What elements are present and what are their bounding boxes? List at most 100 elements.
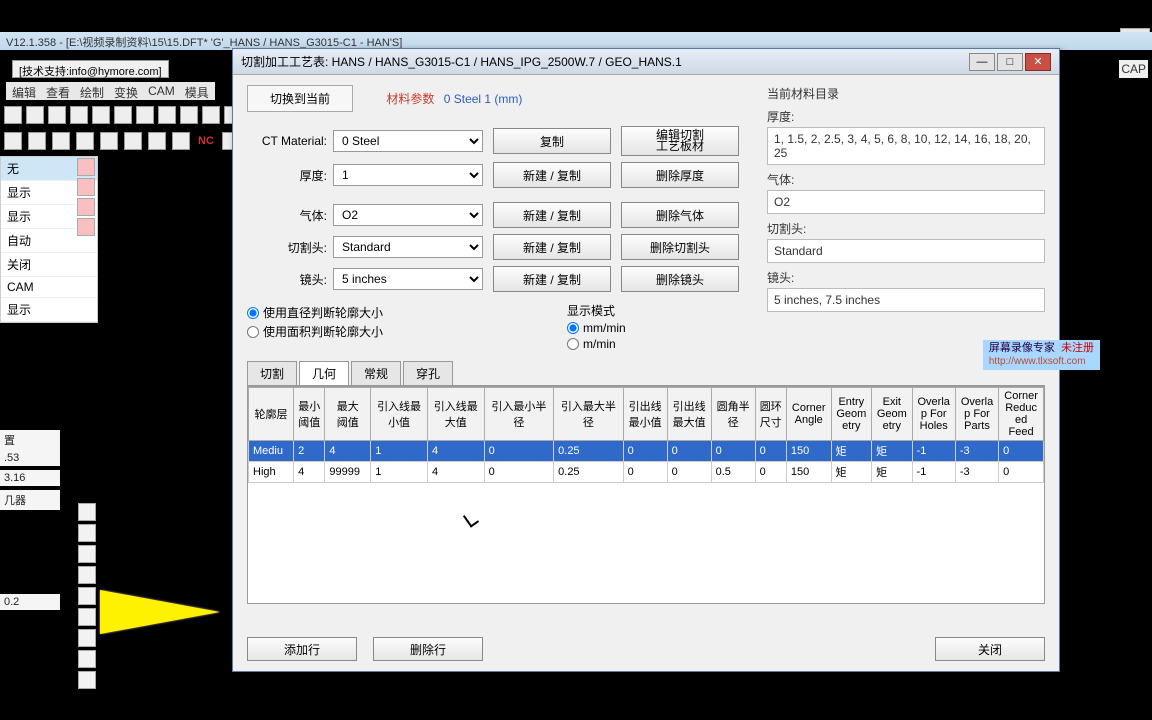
add-row-button[interactable]: 添加行 <box>247 637 357 661</box>
tool-icon[interactable] <box>4 132 22 150</box>
grid-cell[interactable]: 4 <box>427 462 484 483</box>
vtool-icon[interactable] <box>78 650 96 668</box>
grid-cell[interactable]: Mediu <box>249 441 294 462</box>
tool-icon[interactable] <box>114 106 132 124</box>
grid-cell[interactable]: 0 <box>484 462 553 483</box>
grid-header[interactable]: 轮廓层 <box>249 388 294 441</box>
grid-cell[interactable]: 0 <box>623 462 667 483</box>
tool-icon[interactable] <box>52 132 70 150</box>
grid-cell[interactable]: 0 <box>999 441 1044 462</box>
grid-cell[interactable]: 矩 <box>872 441 912 462</box>
main-menu-bar[interactable]: 编辑 查看 绘制 变换 CAM 模具 <box>6 82 215 100</box>
grid-cell[interactable]: 0 <box>711 441 755 462</box>
vtool-icon[interactable] <box>78 629 96 647</box>
grid-cell[interactable]: 矩 <box>831 462 871 483</box>
grid-cell[interactable]: 矩 <box>831 441 871 462</box>
tool-icon[interactable] <box>148 132 166 150</box>
tool-icon[interactable] <box>100 132 118 150</box>
gas-new-button[interactable]: 新建 / 复制 <box>493 202 611 228</box>
grid-cell[interactable]: 0.25 <box>554 462 623 483</box>
lens-new-button[interactable]: 新建 / 复制 <box>493 266 611 292</box>
tool-icon[interactable] <box>28 132 46 150</box>
dialog-minimize-button[interactable]: — <box>969 53 995 71</box>
grid-cell[interactable]: 1 <box>371 462 428 483</box>
color-swatch-icon[interactable] <box>77 198 95 216</box>
lens-select[interactable]: 5 inches <box>333 268 483 290</box>
grid-header[interactable]: 圆角半 径 <box>711 388 755 441</box>
grid-header[interactable]: Overla p For Parts <box>955 388 998 441</box>
gas-delete-button[interactable]: 删除气体 <box>621 202 739 228</box>
tab-general[interactable]: 常规 <box>351 361 401 385</box>
tool-icon[interactable] <box>136 106 154 124</box>
grid-header[interactable]: Entry Geom etry <box>831 388 871 441</box>
menu-view[interactable]: 查看 <box>46 84 70 98</box>
color-swatch-icon[interactable] <box>77 218 95 236</box>
tool-icon[interactable] <box>158 106 176 124</box>
cuthead-new-button[interactable]: 新建 / 复制 <box>493 234 611 260</box>
menu-transform[interactable]: 变换 <box>114 84 138 98</box>
grid-cell[interactable]: 0 <box>755 441 786 462</box>
radio-m-min[interactable]: m/min <box>567 337 626 351</box>
table-row[interactable]: High4999991400.25000.50150矩矩-1-30 <box>249 462 1044 483</box>
tool-icon[interactable] <box>48 106 66 124</box>
menu-cam[interactable]: CAM <box>148 84 175 98</box>
switch-current-button[interactable]: 切换到当前 <box>247 85 353 112</box>
grid-header[interactable]: Exit Geom etry <box>872 388 912 441</box>
grid-cell[interactable]: 0 <box>667 441 711 462</box>
vtool-icon[interactable] <box>78 524 96 542</box>
vtool-icon[interactable] <box>78 587 96 605</box>
radio-area[interactable]: 使用面积判断轮廓大小 <box>247 323 507 340</box>
grid-cell[interactable]: -1 <box>912 441 955 462</box>
grid-cell[interactable]: 0 <box>667 462 711 483</box>
thickness-new-button[interactable]: 新建 / 复制 <box>493 162 611 188</box>
cuthead-delete-button[interactable]: 删除切割头 <box>621 234 739 260</box>
tool-icon[interactable] <box>92 106 110 124</box>
grid-cell[interactable]: 1 <box>371 441 428 462</box>
color-swatch-icon[interactable] <box>77 158 95 176</box>
grid-header[interactable]: 最大 阈值 <box>325 388 371 441</box>
tool-icon[interactable] <box>26 106 44 124</box>
grid-cell[interactable]: 2 <box>294 441 325 462</box>
tool-icon[interactable] <box>4 106 22 124</box>
grid-cell[interactable]: -1 <box>912 462 955 483</box>
grid-cell[interactable]: 99999 <box>325 462 371 483</box>
tool-icon[interactable] <box>70 106 88 124</box>
grid-cell[interactable]: 0 <box>623 441 667 462</box>
color-swatch-icon[interactable] <box>77 178 95 196</box>
grid-header[interactable]: 引入最小半 径 <box>484 388 553 441</box>
grid-cell[interactable]: 0.25 <box>554 441 623 462</box>
left-item[interactable]: 关闭 <box>1 253 97 277</box>
radio-mm-min[interactable]: mm/min <box>567 321 626 335</box>
tool-icon[interactable] <box>76 132 94 150</box>
close-button[interactable]: 关闭 <box>935 637 1045 661</box>
grid-header[interactable]: 引出线 最小值 <box>623 388 667 441</box>
vtool-icon[interactable] <box>78 503 96 521</box>
ct-copy-button[interactable]: 复制 <box>493 128 611 154</box>
grid-header[interactable]: 圆环 尺寸 <box>755 388 786 441</box>
left-item[interactable]: CAM <box>1 277 97 298</box>
vtool-icon[interactable] <box>78 545 96 563</box>
tool-icon[interactable] <box>124 132 142 150</box>
tab-cut[interactable]: 切割 <box>247 361 297 385</box>
nc-label[interactable]: NC <box>196 135 216 147</box>
left-item[interactable]: 显示 <box>1 298 97 322</box>
grid-cell[interactable]: 0 <box>484 441 553 462</box>
dialog-titlebar[interactable]: 切割加工工艺表: HANS / HANS_G3015-C1 / HANS_IPG… <box>233 49 1059 75</box>
delete-row-button[interactable]: 删除行 <box>373 637 483 661</box>
lens-delete-button[interactable]: 删除镜头 <box>621 266 739 292</box>
dialog-maximize-button[interactable]: □ <box>997 53 1023 71</box>
grid-header[interactable]: 引入线最 大值 <box>427 388 484 441</box>
thickness-delete-button[interactable]: 删除厚度 <box>621 162 739 188</box>
cuthead-select[interactable]: Standard <box>333 236 483 258</box>
grid-header[interactable]: Overla p For Holes <box>912 388 955 441</box>
grid-cell[interactable]: 0 <box>999 462 1044 483</box>
tool-icon[interactable] <box>202 106 220 124</box>
grid-header[interactable]: 引出线 最大值 <box>667 388 711 441</box>
tab-pierce[interactable]: 穿孔 <box>403 361 453 385</box>
ct-material-select[interactable]: 0 Steel <box>333 130 483 152</box>
menu-mold[interactable]: 模具 <box>185 84 209 98</box>
tool-icon[interactable] <box>172 132 190 150</box>
radio-diameter[interactable]: 使用直径判断轮廓大小 <box>247 304 507 321</box>
grid-cell[interactable]: 150 <box>786 462 831 483</box>
grid-header[interactable]: 引入线最 小值 <box>371 388 428 441</box>
